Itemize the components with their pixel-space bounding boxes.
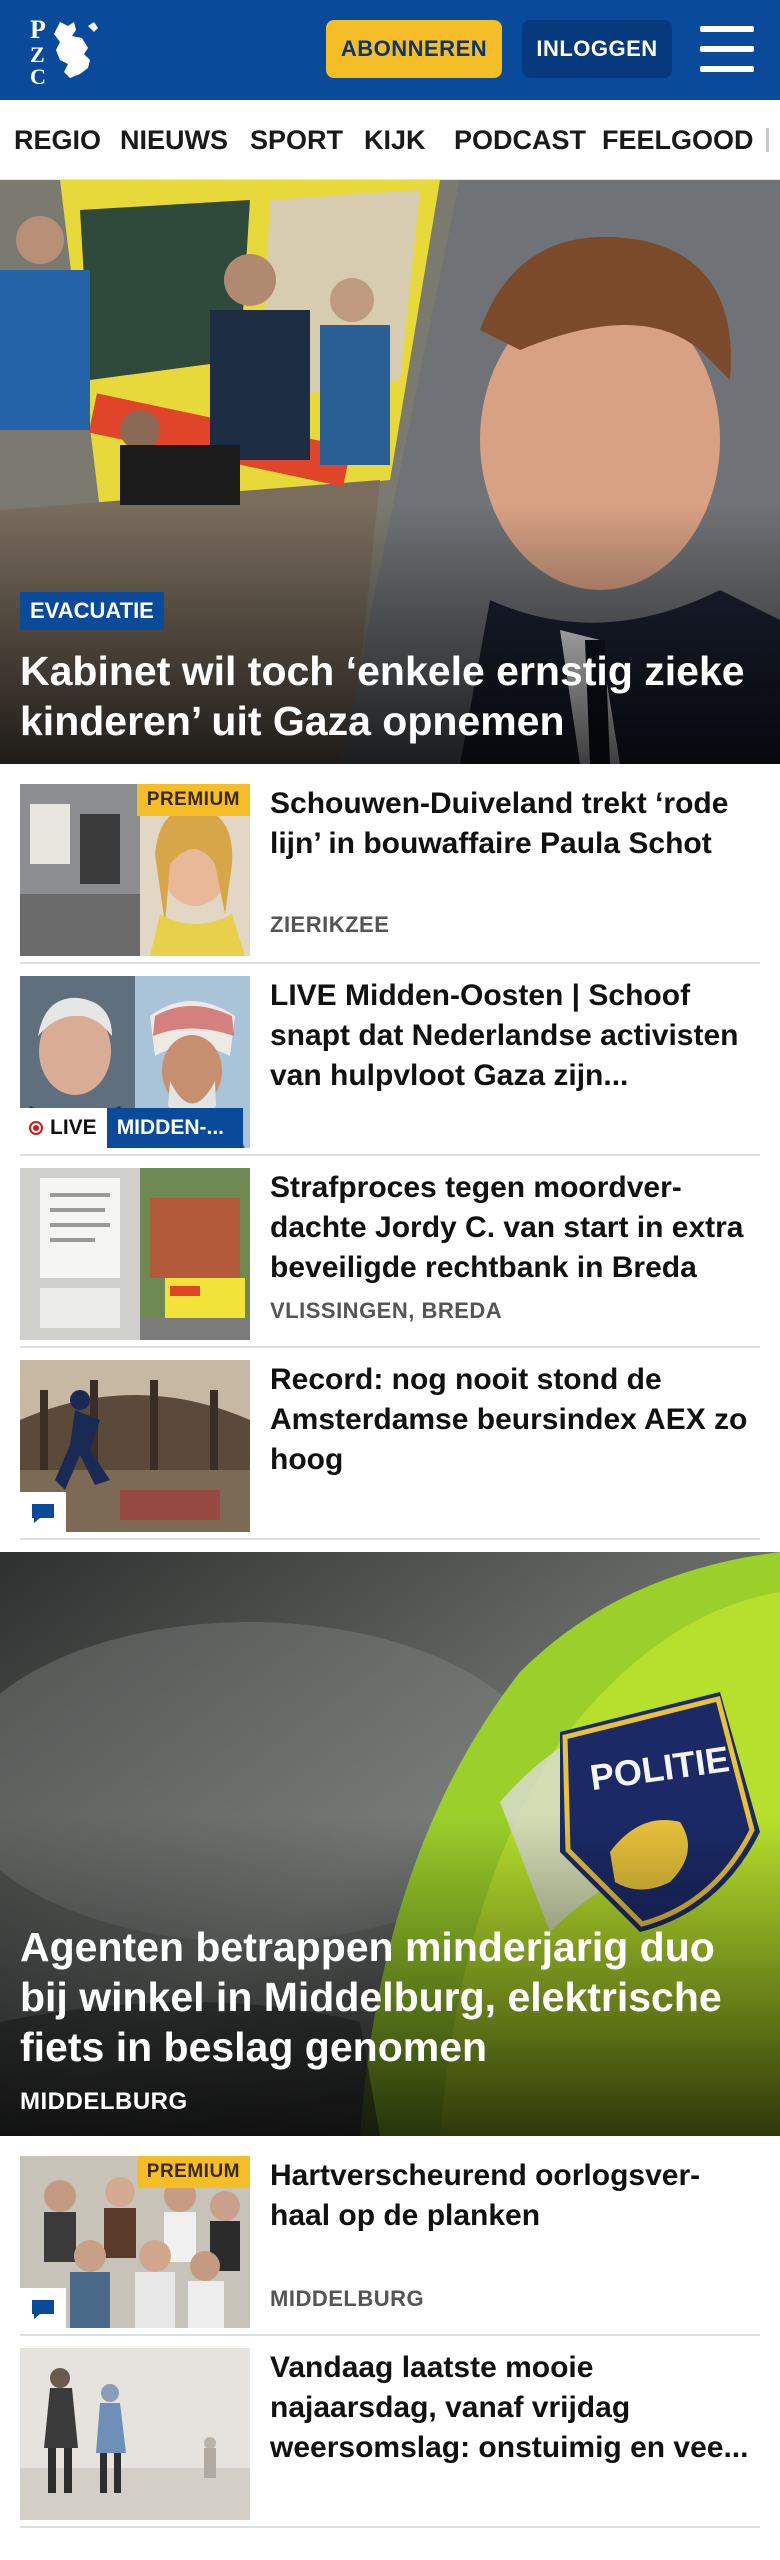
pzc-logo[interactable]: P Z C (26, 12, 110, 89)
article-thumbnail[interactable]: PREMIUM (20, 2156, 250, 2328)
nav-item-regio[interactable]: REGIO (14, 100, 101, 179)
thumbnail-image (20, 1168, 250, 1340)
article-title[interactable]: Record: nog nooit stond de Amsterdamse b… (270, 1360, 760, 1480)
featured-title[interactable]: Agenten betrappen minderjarig duo bij wi… (20, 1922, 760, 2072)
list-item[interactable]: Strafproces tegen moordver-dachte Jordy … (20, 1168, 760, 1348)
live-topic-tag: MIDDEN-... (106, 1108, 243, 1148)
article-title[interactable]: Hartverscheurend oorlogsver-haal op de p… (270, 2156, 760, 2236)
nav-item-feelgood[interactable]: FEELGOOD (602, 100, 754, 179)
nav-item-podcast[interactable]: PODCAST (454, 100, 586, 179)
article-title[interactable]: Vandaag laatste mooie najaarsdag, vanaf … (270, 2348, 760, 2468)
article-location: ZIERIKZEE (270, 912, 390, 937)
nav-item-sport[interactable]: SPORT (250, 100, 343, 179)
live-label: LIVE (20, 1108, 107, 1148)
nav-more-indicator (766, 128, 769, 152)
top-bar: P Z C ABONNEREN INLOGGEN (0, 0, 780, 100)
hero-article[interactable]: EVACUATIE Kabinet wil toch ‘enkele ernst… (0, 180, 780, 764)
comment-icon (32, 2300, 54, 2319)
list-item[interactable]: Vandaag laatste mooie najaarsdag, vanaf … (20, 2348, 760, 2528)
article-title[interactable]: Strafproces tegen moordver-dachte Jordy … (270, 1168, 760, 1288)
login-button[interactable]: INLOGGEN (522, 20, 672, 78)
list-item[interactable]: Record: nog nooit stond de Amsterdamse b… (20, 1360, 760, 1540)
list-item[interactable]: PREMIUM Schouwen-Duiveland trekt ‘rode l… (20, 784, 760, 964)
subscribe-button[interactable]: ABONNEREN (326, 20, 502, 78)
article-thumbnail[interactable]: LIVE MIDDEN-... (20, 976, 250, 1148)
premium-badge: PREMIUM (136, 2156, 250, 2188)
svg-text:P: P (30, 15, 46, 44)
live-badge: LIVE MIDDEN-... (20, 1108, 243, 1148)
section-nav: REGIO NIEUWS SPORT KIJK PODCAST FEELGOOD (0, 100, 780, 180)
featured-location: MIDDELBURG (20, 2088, 188, 2115)
nav-item-nieuws[interactable]: NIEUWS (120, 100, 228, 179)
article-thumbnail[interactable]: PREMIUM (20, 784, 250, 956)
hero-title[interactable]: Kabinet wil toch ‘enkele ernstig zieke k… (20, 646, 760, 746)
article-location: MIDDELBURG (270, 2286, 425, 2311)
list-item[interactable]: LIVE MIDDEN-... LIVE Midden-Oosten | Sch… (20, 976, 760, 1156)
hero-tag: EVACUATIE (20, 592, 164, 630)
article-thumbnail[interactable] (20, 2348, 250, 2520)
article-title[interactable]: Schouwen-Duiveland trekt ‘rode lijn’ in … (270, 784, 760, 864)
thumbnail-image (20, 2348, 250, 2520)
article-thumbnail[interactable] (20, 1168, 250, 1340)
comment-icon (32, 1504, 54, 1523)
premium-badge: PREMIUM (136, 784, 250, 816)
article-title[interactable]: LIVE Midden-Oosten | Schoof snapt dat Ne… (270, 976, 760, 1096)
comment-badge (20, 1492, 66, 1532)
featured-article[interactable]: POLITIE Agenten betrappen minderjarig du… (0, 1552, 780, 2136)
nav-item-kijk[interactable]: KIJK (364, 100, 426, 179)
hamburger-menu-icon[interactable] (700, 26, 754, 72)
svg-text:C: C (30, 64, 46, 88)
live-dot-icon (29, 1121, 43, 1135)
article-thumbnail[interactable] (20, 1360, 250, 1532)
article-location: VLISSINGEN, BREDA (270, 1298, 503, 1323)
comment-badge (20, 2288, 66, 2328)
list-item[interactable]: PREMIUM Hartverscheurend oorlogsver-haal… (20, 2156, 760, 2336)
